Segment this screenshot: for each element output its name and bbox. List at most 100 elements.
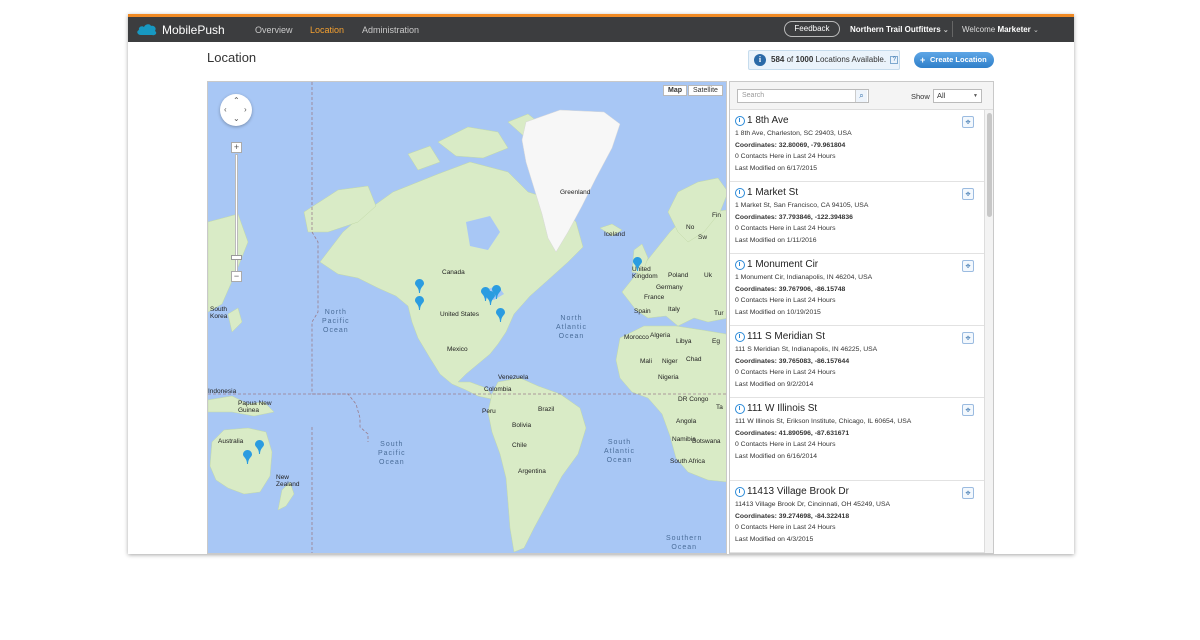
label-germany: Germany bbox=[656, 284, 683, 291]
label-niger: Niger bbox=[662, 358, 678, 365]
location-address: 1 8th Ave, Charleston, SC 29403, USA bbox=[735, 130, 852, 137]
mobilepush-app: MobilePush Overview Location Administrat… bbox=[128, 14, 1074, 554]
search-icon[interactable]: ⌕ bbox=[855, 90, 867, 102]
map-type-map-button[interactable]: Map bbox=[663, 85, 687, 96]
map-pin-london[interactable] bbox=[633, 257, 642, 271]
location-item[interactable]: 1 Market St 1 Market St, San Francisco, … bbox=[730, 182, 984, 254]
location-item[interactable]: 1 Monument Cir 1 Monument Cir, Indianapo… bbox=[730, 254, 984, 326]
pan-up-icon[interactable]: ⌃ bbox=[233, 96, 240, 105]
nav-overview[interactable]: Overview bbox=[255, 25, 293, 35]
app-name[interactable]: MobilePush bbox=[162, 23, 225, 37]
label-france: France bbox=[644, 294, 665, 301]
label-papua-new-guinea: Papua New Guinea bbox=[238, 400, 272, 414]
welcome-label: Welcome bbox=[962, 25, 996, 34]
locate-on-map-icon[interactable]: ⌖ bbox=[962, 188, 974, 200]
label-australia: Australia bbox=[218, 438, 244, 445]
help-icon[interactable]: ? bbox=[890, 55, 899, 64]
location-address: 1 Monument Cir, Indianapolis, IN 46204, … bbox=[735, 274, 873, 281]
label-canada: Canada bbox=[442, 269, 465, 276]
top-nav-bar: MobilePush Overview Location Administrat… bbox=[128, 14, 1074, 42]
location-item[interactable]: 111 W Illinois St 111 W Illinois St, Eri… bbox=[730, 398, 984, 481]
location-item[interactable]: 1 8th Ave 1 8th Ave, Charleston, SC 2940… bbox=[730, 110, 984, 182]
show-filter-select[interactable]: All ▼ bbox=[933, 89, 982, 103]
topbar-divider bbox=[952, 21, 953, 37]
zoom-in-button[interactable]: + bbox=[231, 142, 242, 153]
user-menu[interactable]: Welcome Marketer ⌄ bbox=[962, 25, 1039, 34]
locations-total: 1000 bbox=[795, 55, 814, 64]
org-name: Northern Trail Outfitters bbox=[850, 25, 941, 34]
locations-used: 584 bbox=[771, 55, 785, 64]
label-mexico: Mexico bbox=[447, 346, 468, 353]
label-egypt: Eg bbox=[712, 338, 720, 345]
create-location-button[interactable]: + Create Location bbox=[914, 52, 994, 68]
location-name[interactable]: 11413 Village Brook Dr bbox=[735, 485, 979, 499]
nav-administration[interactable]: Administration bbox=[362, 25, 419, 35]
location-pin-icon bbox=[735, 116, 745, 126]
locate-on-map-icon[interactable]: ⌖ bbox=[962, 260, 974, 272]
label-turkey: Tur bbox=[714, 310, 724, 317]
scrollbar-thumb[interactable] bbox=[987, 113, 992, 217]
location-name[interactable]: 111 W Illinois St bbox=[735, 402, 979, 416]
zoom-out-button[interactable]: − bbox=[231, 271, 242, 282]
search-input[interactable]: Search ⌕ bbox=[737, 89, 869, 103]
location-pin-icon bbox=[735, 188, 745, 198]
location-name-text: 1 Monument Cir bbox=[747, 259, 819, 270]
japan-land bbox=[227, 307, 243, 333]
location-pin-icon bbox=[735, 404, 745, 414]
label-venezuela: Venezuela bbox=[498, 374, 529, 381]
map-pin-sydney[interactable] bbox=[255, 440, 264, 454]
label-spain: Spain bbox=[634, 308, 651, 315]
label-brazil: Brazil bbox=[538, 406, 555, 413]
location-name[interactable]: 1 Market St bbox=[735, 186, 979, 200]
map-pin-melbourne[interactable] bbox=[243, 450, 252, 464]
location-name[interactable]: 1 8th Ave bbox=[735, 114, 979, 128]
locate-on-map-icon[interactable]: ⌖ bbox=[962, 116, 974, 128]
pan-left-icon[interactable]: ‹ bbox=[224, 105, 227, 114]
label-north-pacific: North Pacific Ocean bbox=[322, 309, 350, 334]
locate-on-map-icon[interactable]: ⌖ bbox=[962, 487, 974, 499]
location-name-text: 111 S Meridian St bbox=[747, 331, 826, 342]
org-selector[interactable]: Northern Trail Outfitters ⌄ bbox=[850, 25, 949, 34]
zoom-slider-handle[interactable] bbox=[231, 255, 242, 260]
location-item[interactable]: 111 S Meridian St 111 S Meridian St, Ind… bbox=[730, 326, 984, 398]
feedback-button[interactable]: Feedback bbox=[784, 21, 840, 37]
location-item[interactable]: 11413 Village Brook Dr 11413 Village Bro… bbox=[730, 481, 984, 553]
label-dr-congo: DR Congo bbox=[678, 396, 709, 403]
pan-right-icon[interactable]: › bbox=[244, 105, 247, 114]
map-pan-control[interactable]: ⌃ ‹ › ⌄ bbox=[220, 94, 252, 126]
map-pin-west-coast[interactable] bbox=[415, 296, 424, 310]
dateline-south bbox=[312, 393, 369, 442]
location-name-text: 1 Market St bbox=[747, 187, 799, 198]
location-name[interactable]: 1 Monument Cir bbox=[735, 258, 979, 272]
chevron-down-icon: ⌄ bbox=[1033, 27, 1039, 34]
location-address: 111 S Meridian St, Indianapolis, IN 4622… bbox=[735, 346, 878, 353]
of-label: of bbox=[786, 55, 794, 64]
label-nigeria: Nigeria bbox=[658, 374, 679, 381]
nav-location[interactable]: Location bbox=[310, 25, 344, 35]
south-america-land bbox=[487, 377, 587, 553]
locate-on-map-icon[interactable]: ⌖ bbox=[962, 332, 974, 344]
location-coordinates: Coordinates: 39.767906, -86.15748 bbox=[735, 285, 846, 293]
label-united-states: United States bbox=[440, 311, 480, 318]
location-modified: Last Modified on 1/11/2016 bbox=[735, 236, 817, 244]
map-pin-san-francisco[interactable] bbox=[415, 279, 424, 293]
location-list-toolbar: Search ⌕ Show All ▼ bbox=[730, 82, 993, 110]
map-pin-charleston[interactable] bbox=[496, 308, 505, 322]
map-pin-cincinnati[interactable] bbox=[492, 285, 501, 299]
label-south-atlantic: South Atlantic Ocean bbox=[604, 439, 635, 464]
location-name[interactable]: 111 S Meridian St bbox=[735, 330, 979, 344]
caret-down-icon: ▼ bbox=[973, 93, 978, 99]
location-pin-icon bbox=[735, 260, 745, 270]
label-algeria: Algeria bbox=[650, 332, 671, 339]
label-greenland: Greenland bbox=[560, 189, 591, 196]
pan-down-icon[interactable]: ⌄ bbox=[233, 114, 240, 123]
salesforce-cloud-icon[interactable] bbox=[136, 22, 158, 36]
map-type-satellite-button[interactable]: Satellite bbox=[688, 85, 723, 96]
label-colombia: Colombia bbox=[484, 386, 512, 393]
location-list-scrollbar[interactable] bbox=[984, 110, 993, 553]
search-placeholder: Search bbox=[742, 92, 765, 99]
location-address: 1 Market St, San Francisco, CA 94105, US… bbox=[735, 202, 869, 209]
locate-on-map-icon[interactable]: ⌖ bbox=[962, 404, 974, 416]
world-map[interactable]: Greenland Iceland Canada United States M… bbox=[207, 81, 727, 554]
label-ukraine: Uk bbox=[704, 272, 712, 279]
